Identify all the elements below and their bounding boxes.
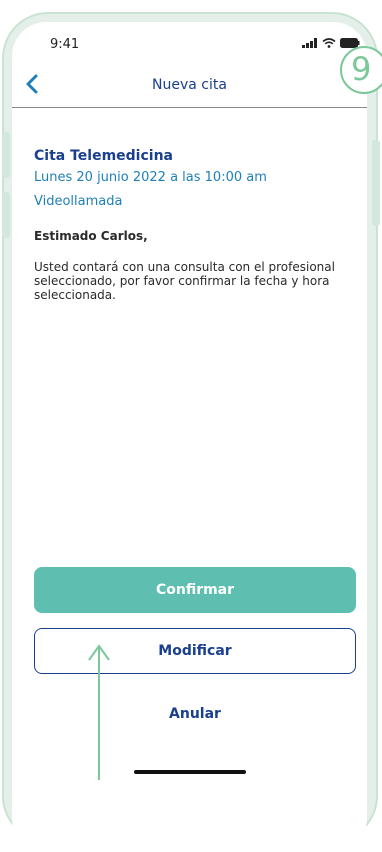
status-icons	[302, 38, 360, 48]
phone-side-button-right	[372, 140, 380, 226]
home-indicator	[134, 770, 246, 774]
phone-screen: 9:41 Nueva cita Cita Telemedicina Lunes …	[12, 22, 367, 852]
nav-divider	[12, 107, 367, 108]
modify-button[interactable]: Modificar	[34, 628, 356, 674]
wifi-icon	[322, 38, 336, 48]
annotation-arrow-icon	[88, 644, 110, 780]
phone-side-button-left-lower	[2, 192, 10, 238]
cancel-button[interactable]: Anular	[34, 706, 356, 722]
confirm-button[interactable]: Confirmar	[34, 567, 356, 613]
phone-side-button-left	[2, 132, 10, 178]
page-title: Nueva cita	[152, 77, 227, 93]
message-text: Usted contará con una consulta con el pr…	[34, 260, 335, 302]
appointment-title: Cita Telemedicina	[34, 148, 173, 164]
status-time: 9:41	[50, 37, 80, 52]
step-badge: 9	[340, 46, 382, 94]
appointment-type: Videollamada	[34, 194, 123, 209]
greeting-text: Estimado Carlos,	[34, 229, 148, 243]
signal-icon	[302, 38, 317, 48]
appointment-date: Lunes 20 junio 2022 a las 10:00 am	[34, 170, 267, 185]
